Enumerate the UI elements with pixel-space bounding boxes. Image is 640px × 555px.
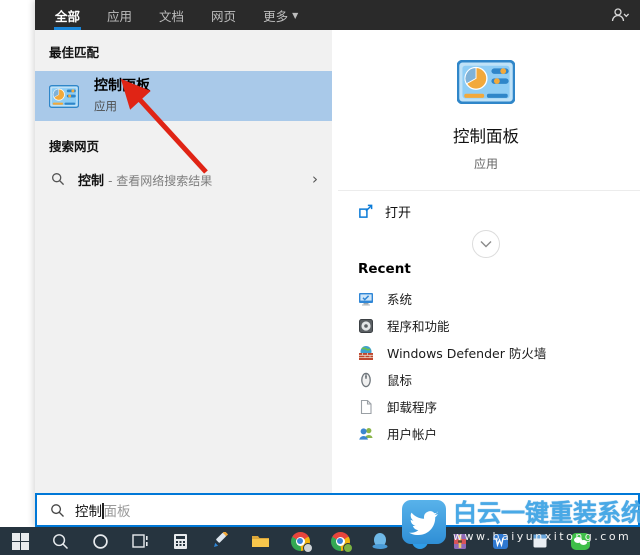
winrar-icon xyxy=(452,533,468,550)
best-match-result[interactable]: 控制面板 应用 xyxy=(35,71,332,121)
preview-panel: 控制面板 应用 打开 Recent xyxy=(332,30,640,493)
user-accounts-icon xyxy=(358,426,374,442)
search-web-header: 搜索网页 xyxy=(35,121,332,162)
player-swirl-icon xyxy=(411,532,429,550)
task-view-icon xyxy=(131,533,149,549)
recent-header: Recent xyxy=(358,261,411,277)
recent-list: 系统 程序和功能 xyxy=(358,285,632,447)
preview-subtitle: 应用 xyxy=(474,155,498,172)
w7-icon xyxy=(492,533,509,550)
preview-title: 控制面板 xyxy=(453,123,519,147)
web-search-suggestion[interactable]: 控制 - 查看网络搜索结果 › xyxy=(35,162,332,196)
open-label: 打开 xyxy=(385,202,411,221)
tab-apps[interactable]: 应用 xyxy=(107,0,132,30)
cortana-button[interactable] xyxy=(80,527,120,555)
web-hint: - 查看网络搜索结果 xyxy=(108,174,212,188)
expand-button[interactable] xyxy=(472,230,500,258)
w7-app-button[interactable] xyxy=(480,527,520,555)
web-query: 控制 xyxy=(78,174,104,189)
recent-item-firewall[interactable]: Windows Defender 防火墙 xyxy=(358,339,632,366)
winrar-button[interactable] xyxy=(440,527,480,555)
chrome-button[interactable] xyxy=(280,527,320,555)
screen: 全部 应用 文档 网页 更多▼ 最佳匹配 xyxy=(0,0,640,555)
folder-icon xyxy=(251,533,270,549)
search-icon xyxy=(50,503,65,518)
search-flyout: 全部 应用 文档 网页 更多▼ 最佳匹配 xyxy=(35,0,640,527)
firewall-icon xyxy=(358,345,374,361)
tab-documents[interactable]: 文档 xyxy=(159,0,184,30)
wechat-button[interactable] xyxy=(560,527,600,555)
uninstall-program-icon xyxy=(358,399,374,415)
search-icon xyxy=(52,533,69,550)
calculator-button[interactable] xyxy=(160,527,200,555)
wechat-icon xyxy=(571,533,590,550)
chevron-down-icon xyxy=(480,240,492,248)
profile-badge-icon xyxy=(303,543,313,553)
profile-badge-icon xyxy=(343,543,353,553)
cortana-icon xyxy=(92,533,109,550)
tab-web[interactable]: 网页 xyxy=(211,0,236,30)
tab-more[interactable]: 更多▼ xyxy=(263,0,298,30)
open-action[interactable]: 打开 xyxy=(358,202,411,221)
file-explorer-button[interactable] xyxy=(240,527,280,555)
best-match-title: 控制面板 xyxy=(94,78,150,94)
chevron-down-icon: ▼ xyxy=(292,11,298,20)
notes-app-button[interactable] xyxy=(520,527,560,555)
open-external-icon xyxy=(358,204,373,219)
chrome-profile2-button[interactable] xyxy=(320,527,360,555)
recent-item-programs-and-features[interactable]: 程序和功能 xyxy=(358,312,632,339)
recent-item-mouse[interactable]: 鼠标 xyxy=(358,366,632,393)
qq-icon xyxy=(371,532,389,550)
results-panel: 最佳匹配 控制面板 应用 xyxy=(35,30,332,493)
user-icon xyxy=(610,7,630,23)
programs-and-features-icon xyxy=(358,318,374,334)
search-filter-tabs: 全部 应用 文档 网页 更多▼ xyxy=(35,0,640,30)
start-button[interactable] xyxy=(0,527,40,555)
calculator-icon xyxy=(173,533,188,550)
taskbar xyxy=(0,527,640,555)
mouse-icon xyxy=(358,372,374,388)
tab-all[interactable]: 全部 xyxy=(55,0,80,30)
taskbar-search-button[interactable] xyxy=(40,527,80,555)
pen-app-button[interactable] xyxy=(200,527,240,555)
chevron-right-icon[interactable]: › xyxy=(306,172,324,187)
pencil-icon xyxy=(211,532,229,550)
recent-item-user-accounts[interactable]: 用户帐户 xyxy=(358,420,632,447)
recent-item-system[interactable]: 系统 xyxy=(358,285,632,312)
search-icon xyxy=(51,172,65,186)
windows-logo-icon xyxy=(12,533,29,550)
typed-text: 控制 xyxy=(75,504,102,520)
divider xyxy=(338,190,640,191)
system-icon xyxy=(358,291,374,307)
recent-item-uninstall[interactable]: 卸载程序 xyxy=(358,393,632,420)
suggestion-text: 面板 xyxy=(104,504,131,520)
media-player-button[interactable] xyxy=(400,527,440,555)
search-input[interactable]: 控制面板 xyxy=(35,493,640,527)
best-match-header: 最佳匹配 xyxy=(35,30,332,71)
account-filter-button[interactable] xyxy=(610,0,630,30)
best-match-subtitle: 应用 xyxy=(94,98,150,114)
task-view-button[interactable] xyxy=(120,527,160,555)
qq-button[interactable] xyxy=(360,527,400,555)
control-panel-icon xyxy=(49,85,79,108)
control-panel-icon xyxy=(457,60,515,104)
notepad-icon xyxy=(532,533,548,549)
